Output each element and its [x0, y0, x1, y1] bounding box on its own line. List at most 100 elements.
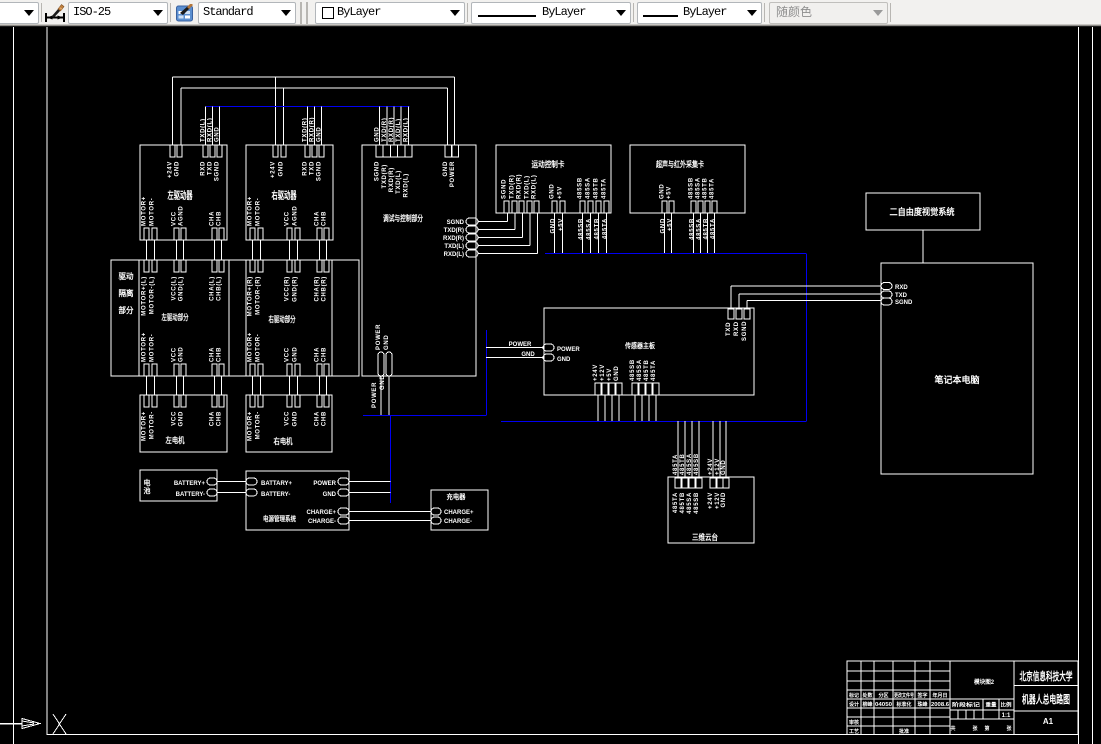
svg-text:POWER: POWER: [372, 382, 378, 408]
svg-text:MOTOR-: MOTOR-: [150, 411, 156, 439]
svg-text:GND: GND: [215, 127, 221, 142]
svg-text:485SA: 485SA: [697, 218, 703, 240]
svg-text:充电器: 充电器: [447, 492, 467, 501]
svg-text:驱动: 驱动: [119, 271, 134, 281]
svg-text:GND: GND: [550, 184, 556, 199]
svg-text:TXD(L): TXD(L): [444, 244, 464, 250]
svg-text:传感器主板: 传感器主板: [624, 341, 656, 350]
svg-text:二自由度视觉系统: 二自由度视觉系统: [890, 206, 955, 217]
svg-text:+24V: +24V: [708, 492, 714, 509]
svg-text:MOTOR+: MOTOR+: [142, 411, 148, 441]
svg-text:CHARGE-: CHARGE-: [308, 519, 336, 525]
svg-text:POWER: POWER: [450, 161, 456, 187]
svg-text:电: 电: [144, 478, 151, 487]
svg-text:CHA(L): CHA(L): [210, 276, 216, 301]
svg-text:485SB: 485SB: [690, 218, 696, 240]
svg-text:RXD(L): RXD(L): [208, 117, 214, 142]
svg-text:珠峰: 珠峰: [918, 701, 929, 708]
svg-text:GND: GND: [179, 347, 185, 362]
svg-text:GND: GND: [293, 347, 299, 362]
svg-text:MOTOR+: MOTOR+: [248, 411, 254, 441]
svg-text:485SB: 485SB: [578, 177, 584, 199]
svg-text:POWER: POWER: [557, 347, 580, 353]
svg-text:485TA: 485TA: [603, 218, 609, 239]
svg-text:张: 张: [1006, 725, 1012, 732]
svg-text:MOTOR-: MOTOR-: [256, 334, 262, 362]
svg-text:MOTOR-: MOTOR-: [150, 198, 156, 226]
svg-text:CHB(R): CHB(R): [322, 276, 328, 302]
svg-text:MOTOR-: MOTOR-: [256, 411, 262, 439]
svg-text:GND: GND: [179, 411, 185, 426]
svg-text:485TB: 485TB: [680, 453, 686, 475]
svg-text:TXD(L): TXD(L): [396, 170, 402, 194]
svg-text:+24V: +24V: [168, 161, 174, 178]
svg-text:VCC: VCC: [172, 411, 178, 426]
svg-text:MOTOR+(L): MOTOR+(L): [142, 276, 148, 316]
svg-text:阶段标记: 阶段标记: [952, 702, 980, 709]
svg-text:RXD(R): RXD(R): [443, 236, 464, 242]
svg-text:TXD(L): TXD(L): [396, 118, 402, 142]
svg-text:VCC: VCC: [285, 347, 291, 362]
svg-text:池: 池: [144, 486, 151, 495]
svg-text:+5V: +5V: [607, 368, 613, 381]
svg-text:GND: GND: [293, 411, 299, 426]
svg-text:485TA: 485TA: [602, 178, 608, 199]
svg-text:MOTOR-(R): MOTOR-(R): [256, 276, 262, 315]
svg-text:MOTOR+: MOTOR+: [248, 196, 254, 226]
svg-text:左电机: 左电机: [165, 435, 185, 445]
svg-text:SGND: SGND: [742, 321, 748, 341]
svg-text:RXD(R): RXD(R): [389, 167, 395, 192]
svg-text:处数: 处数: [862, 692, 874, 699]
svg-text:笔记本电脑: 笔记本电脑: [935, 374, 980, 385]
svg-text:模块图2: 模块图2: [974, 678, 995, 686]
svg-text:BATTERY-: BATTERY-: [176, 492, 205, 498]
svg-text:AGND: AGND: [179, 206, 185, 226]
svg-text:标记: 标记: [848, 692, 859, 699]
svg-text:485SA: 485SA: [586, 177, 592, 199]
svg-text:右电机: 右电机: [273, 436, 293, 446]
svg-text:GND: GND: [279, 161, 285, 176]
svg-text:CHA: CHA: [210, 347, 216, 362]
svg-text:签字: 签字: [917, 692, 928, 699]
svg-text:485TA: 485TA: [710, 178, 716, 199]
svg-text:GND: GND: [323, 492, 337, 498]
svg-text:年月日: 年月日: [933, 692, 948, 699]
svg-text:GND: GND: [443, 161, 449, 176]
svg-text:VCC: VCC: [285, 211, 291, 226]
svg-text:485SB: 485SB: [630, 359, 636, 381]
svg-text:MOTOR+: MOTOR+: [248, 332, 254, 362]
svg-text:隔离: 隔离: [119, 288, 134, 298]
svg-text:RXD: RXD: [303, 161, 309, 176]
svg-text:TXD: TXD: [895, 293, 908, 299]
svg-text:MOTOR-: MOTOR-: [256, 198, 262, 226]
svg-text:共: 共: [950, 725, 955, 732]
svg-text:485TB: 485TB: [704, 218, 710, 240]
svg-text:TXD(R): TXD(R): [303, 117, 309, 142]
svg-text:审核: 审核: [849, 719, 859, 726]
svg-text:RXD(R): RXD(R): [310, 117, 316, 142]
svg-text:TXD: TXD: [310, 161, 316, 175]
svg-text:+5V: +5V: [667, 186, 673, 199]
svg-text:POWER: POWER: [376, 324, 382, 350]
svg-text:CHARGE+: CHARGE+: [444, 510, 474, 516]
svg-text:CHB: CHB: [322, 347, 328, 362]
svg-text:CHB: CHB: [217, 211, 223, 226]
svg-text:485TB: 485TB: [595, 218, 601, 240]
svg-text:485TB: 485TB: [680, 492, 686, 514]
svg-text:GND: GND: [384, 335, 390, 350]
svg-text:SGND: SGND: [215, 161, 221, 181]
svg-text:SGND: SGND: [375, 161, 381, 181]
svg-text:第: 第: [984, 725, 989, 732]
svg-text:GND: GND: [721, 460, 727, 475]
svg-text:TXD(R): TXD(R): [510, 174, 516, 199]
svg-text:VCC: VCC: [285, 411, 291, 426]
svg-text:CHB: CHB: [217, 411, 223, 426]
svg-text:GND: GND: [661, 218, 667, 233]
svg-text:GND: GND: [380, 375, 386, 390]
svg-text:RXD: RXD: [734, 321, 740, 336]
svg-text:CHA: CHA: [315, 211, 321, 226]
svg-text:MOTOR+(R): MOTOR+(R): [248, 276, 254, 316]
svg-text:485SB: 485SB: [579, 218, 585, 240]
svg-text:标准化: 标准化: [896, 701, 912, 708]
svg-text:485TA: 485TA: [673, 492, 679, 513]
